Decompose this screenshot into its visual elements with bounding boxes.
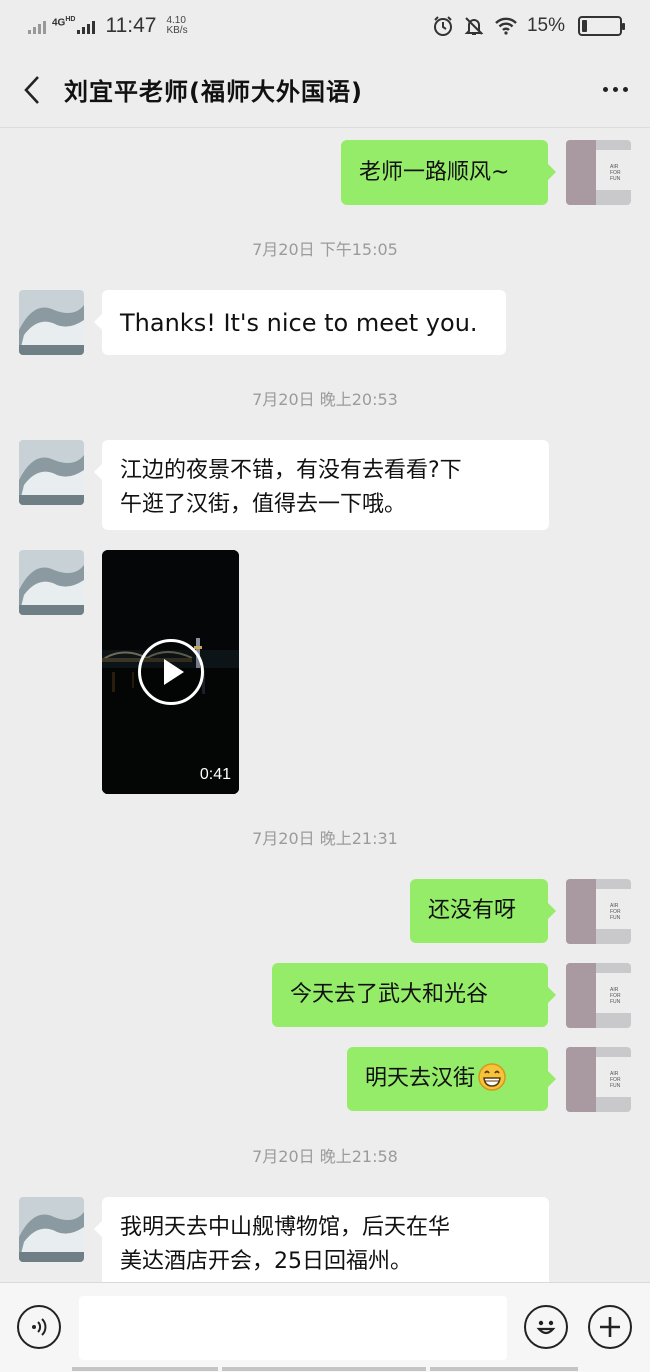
- sent-message[interactable]: 明天去汉街: [347, 1047, 556, 1111]
- more-options-button[interactable]: [580, 52, 650, 128]
- received-message[interactable]: 我明天去中山舰博物馆，后天在华 美达酒店开会，25日回福州。: [94, 1197, 549, 1287]
- battery-icon: [578, 16, 625, 36]
- back-button[interactable]: [0, 52, 64, 128]
- message-text-line: 午逛了汉街，值得去一下哦。: [120, 492, 407, 517]
- message-text: 还没有呀: [428, 898, 517, 923]
- grinning-emoji-icon: [478, 1063, 506, 1091]
- chat-title: 刘宜平老师(福师大外国语): [64, 78, 363, 106]
- emoji-icon: [536, 1320, 556, 1335]
- more-dots-icon: [602, 87, 608, 92]
- timestamp: 7月20日 晚上21:31: [252, 829, 398, 848]
- voice-icon: [32, 1318, 47, 1336]
- my-avatar[interactable]: AIR FOR FUN: [566, 963, 631, 1028]
- timestamp: 7月20日 晚上20:53: [252, 390, 398, 409]
- voice-button[interactable]: [17, 1305, 61, 1349]
- timestamp: 7月20日 下午15:05: [252, 240, 398, 259]
- message-text: Thanks! It's nice to meet you.: [120, 308, 478, 337]
- chevron-left-icon: [24, 75, 39, 104]
- contact-avatar[interactable]: [19, 1197, 84, 1262]
- input-bar: [0, 1282, 650, 1372]
- message-text-line: 美达酒店开会，25日回福州。: [120, 1249, 412, 1274]
- svg-text:FUN: FUN: [610, 1083, 621, 1089]
- video-message[interactable]: 0:41: [102, 550, 239, 794]
- signal-2-icon: [77, 18, 96, 34]
- wifi-icon: [495, 17, 517, 35]
- contact-avatar[interactable]: [19, 290, 84, 355]
- message-text-line: 我明天去中山舰博物馆，后天在华: [120, 1215, 451, 1240]
- signal-1-icon: [28, 18, 46, 34]
- contact-avatar[interactable]: [19, 440, 84, 505]
- sent-message[interactable]: 还没有呀: [410, 879, 556, 943]
- message-text: 明天去汉街: [365, 1066, 476, 1091]
- my-avatar[interactable]: AIR FOR FUN: [566, 140, 631, 205]
- keyboard-bar: [72, 1367, 578, 1371]
- my-avatar[interactable]: AIR FOR FUN: [566, 1047, 631, 1112]
- svg-text:FUN: FUN: [610, 915, 621, 921]
- received-message[interactable]: Thanks! It's nice to meet you.: [94, 290, 506, 355]
- plus-icon: [600, 1317, 620, 1337]
- network-speed: 4.10 KB/s: [166, 15, 188, 36]
- message-input[interactable]: [79, 1296, 507, 1360]
- contact-avatar[interactable]: [19, 550, 84, 615]
- my-avatar[interactable]: AIR FOR FUN: [566, 879, 631, 944]
- message-text-line: 江边的夜景不错，有没有去看看?下: [120, 458, 462, 483]
- play-icon[interactable]: [138, 639, 204, 705]
- more-functions-button[interactable]: [588, 1305, 632, 1349]
- svg-text:FUN: FUN: [610, 176, 621, 182]
- emoji-button[interactable]: [524, 1305, 568, 1349]
- sent-message[interactable]: 老师一路顺风~: [341, 140, 556, 205]
- video-duration: 0:41: [199, 766, 231, 783]
- clock: 11:47: [105, 14, 157, 37]
- chat-header: 刘宜平老师(福师大外国语): [0, 52, 650, 128]
- battery-percent: 15%: [526, 15, 565, 36]
- timestamp: 7月20日 晚上21:58: [252, 1147, 398, 1166]
- alarm-icon: [433, 16, 452, 36]
- mute-icon: [464, 17, 484, 35]
- sent-message[interactable]: 今天去了武大和光谷: [272, 963, 556, 1027]
- received-message[interactable]: 江边的夜景不错，有没有去看看?下 午逛了汉街，值得去一下哦。: [94, 440, 549, 530]
- status-bar: 4GHD 11:47 4.10 KB/s 15%: [0, 0, 650, 52]
- network-type: 4GHD: [52, 15, 76, 29]
- message-text: 老师一路顺风~: [359, 159, 510, 185]
- message-text: 今天去了武大和光谷: [290, 982, 489, 1007]
- svg-text:FUN: FUN: [610, 999, 621, 1005]
